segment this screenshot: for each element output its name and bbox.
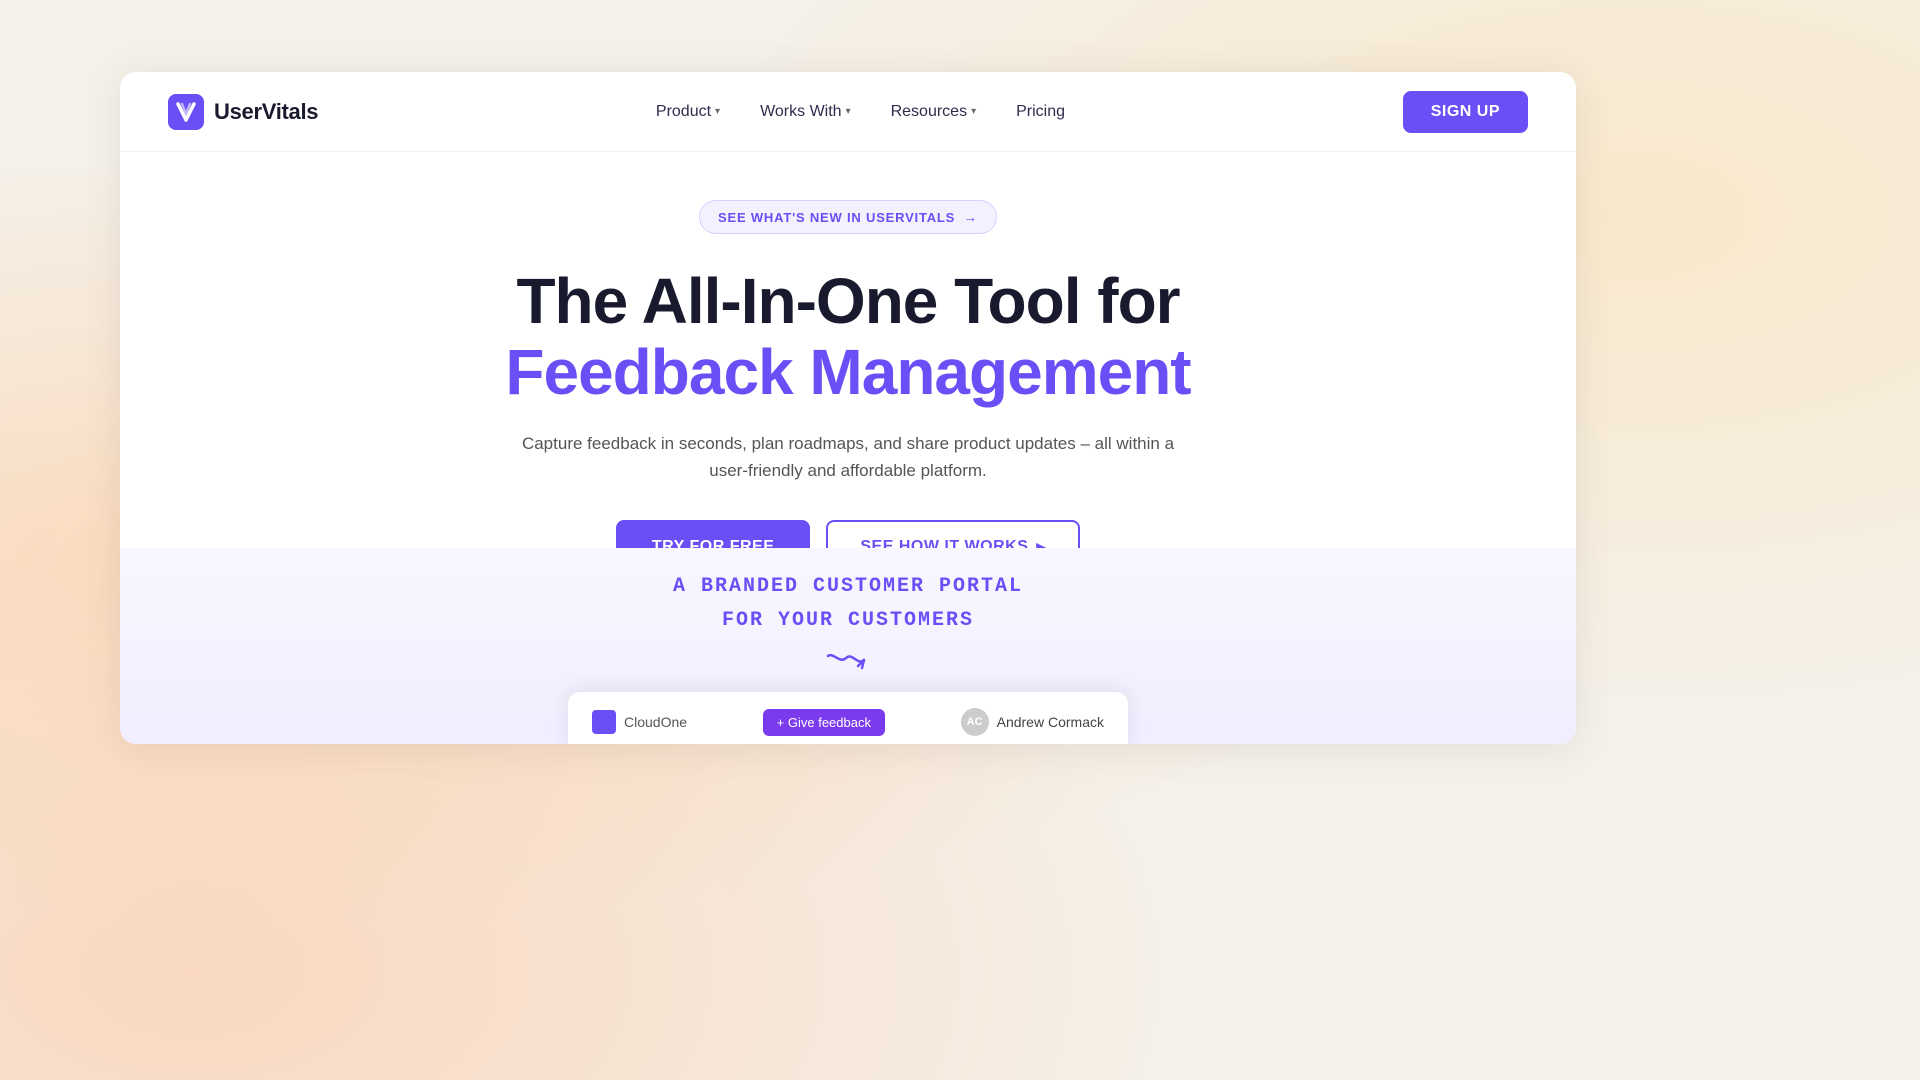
hero-title-line1: The All-In-One Tool for	[516, 266, 1179, 336]
nav-resources[interactable]: Resources ▾	[875, 95, 993, 129]
brand-icon	[592, 710, 616, 734]
logo-icon	[168, 94, 204, 130]
arrow-right-icon: →	[963, 209, 978, 225]
avatar: AC	[961, 708, 989, 736]
nav-links: Product ▾ Works With ▾ Resources ▾ Prici…	[640, 95, 1081, 129]
main-card: UserVitals Product ▾ Works With ▾ Resour…	[120, 72, 1576, 744]
chevron-down-icon: ▾	[715, 106, 720, 117]
brand-name: CloudOne	[624, 714, 687, 730]
portal-label-line2: for your customers	[722, 606, 974, 636]
signup-button[interactable]: SIGN UP	[1403, 91, 1528, 133]
user-info: AC Andrew Cormack	[961, 708, 1104, 736]
nav-pricing[interactable]: Pricing	[1000, 95, 1081, 129]
lower-background	[0, 760, 1920, 1080]
squiggle-arrow-icon	[818, 648, 878, 688]
user-name: Andrew Cormack	[997, 714, 1104, 730]
chevron-down-icon: ▾	[971, 106, 976, 117]
hero-title-line2: Feedback Management	[505, 336, 1190, 410]
give-feedback-button[interactable]: + Give feedback	[763, 709, 885, 736]
nav-product[interactable]: Product ▾	[640, 95, 736, 129]
navbar: UserVitals Product ▾ Works With ▾ Resour…	[120, 72, 1576, 152]
announcement-badge[interactable]: SEE WHAT'S NEW IN USERVITALS →	[699, 200, 997, 234]
hero-subtitle: Capture feedback in seconds, plan roadma…	[508, 430, 1188, 484]
nav-works-with[interactable]: Works With ▾	[744, 95, 867, 129]
logo-text: UserVitals	[214, 99, 318, 125]
logo[interactable]: UserVitals	[168, 94, 318, 130]
chevron-down-icon: ▾	[846, 106, 851, 117]
app-preview-bar: CloudOne + Give feedback AC Andrew Corma…	[568, 692, 1128, 744]
hero-section: SEE WHAT'S NEW IN USERVITALS → The All-I…	[120, 152, 1576, 609]
portal-label-line1: A branded customer portal	[673, 572, 1023, 602]
app-brand: CloudOne	[592, 710, 687, 734]
portal-section: A branded customer portal for your custo…	[120, 548, 1576, 744]
